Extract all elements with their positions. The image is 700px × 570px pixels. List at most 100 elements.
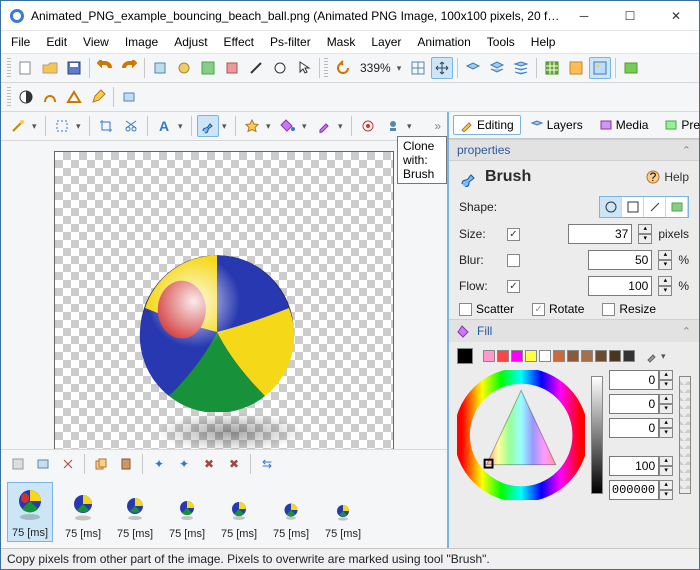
rotate-button[interactable]: [332, 57, 354, 79]
move-button[interactable]: [431, 57, 453, 79]
frame-x1[interactable]: ✖: [198, 453, 220, 475]
stamp-tool[interactable]: [382, 115, 404, 137]
alpha-slider[interactable]: [679, 376, 691, 494]
triangle-button[interactable]: [63, 86, 85, 108]
tab-preview[interactable]: Preview: [657, 115, 700, 135]
menu-effect[interactable]: Effect: [218, 33, 260, 51]
swatch[interactable]: [553, 350, 565, 362]
menu-help[interactable]: Help: [525, 33, 562, 51]
frame-loop[interactable]: ⇆: [256, 453, 278, 475]
menu-animation[interactable]: Animation: [411, 33, 476, 51]
help-button[interactable]: ?Help: [646, 170, 689, 184]
tool-b[interactable]: [173, 57, 195, 79]
shape-circle[interactable]: [600, 197, 622, 217]
swatch[interactable]: [539, 350, 551, 362]
frame-x2[interactable]: ✖: [223, 453, 245, 475]
extra-button[interactable]: [118, 86, 140, 108]
frame-item[interactable]: 75 [ms]: [217, 484, 261, 542]
frame-paste[interactable]: [115, 453, 137, 475]
blur-input[interactable]: 50: [588, 250, 652, 270]
swatch[interactable]: [595, 350, 607, 362]
wand-tool[interactable]: [7, 115, 29, 137]
layers2-button[interactable]: [486, 57, 508, 79]
current-color[interactable]: [457, 348, 473, 364]
rotate-checkbox[interactable]: ✓: [532, 303, 545, 316]
blur-down[interactable]: ▾: [658, 260, 672, 270]
tab-media[interactable]: Media: [592, 115, 656, 135]
menu-image[interactable]: Image: [119, 33, 164, 51]
size-input[interactable]: 37: [568, 224, 632, 244]
new-button[interactable]: [15, 57, 37, 79]
tool-a[interactable]: [149, 57, 171, 79]
blur-checkbox[interactable]: [507, 254, 520, 267]
hex-input[interactable]: 000000: [609, 480, 659, 500]
flow-up[interactable]: ▴: [658, 276, 672, 286]
close-button[interactable]: ✕: [653, 1, 699, 31]
collapse-icon[interactable]: ⌃: [682, 144, 691, 157]
tool-d[interactable]: [221, 57, 243, 79]
pencil-button[interactable]: [87, 86, 109, 108]
a-input[interactable]: 100: [609, 456, 659, 476]
canvas-viewport[interactable]: [1, 141, 447, 449]
brush-tool[interactable]: [197, 115, 219, 137]
contrast-button[interactable]: [15, 86, 37, 108]
frame-del[interactable]: [57, 453, 79, 475]
grid-button[interactable]: [407, 57, 429, 79]
size-up[interactable]: ▴: [638, 224, 652, 234]
flow-input[interactable]: 100: [588, 276, 652, 296]
text-tool[interactable]: A: [153, 115, 175, 137]
frame-item[interactable]: 75 [ms]: [321, 484, 365, 542]
eyedrop-icon[interactable]: [645, 349, 659, 363]
tool-c[interactable]: [197, 57, 219, 79]
menu-psfilter[interactable]: Ps-filter: [264, 33, 317, 51]
properties-header[interactable]: properties⌃: [449, 139, 699, 161]
swatch[interactable]: [483, 350, 495, 362]
zoom-value[interactable]: 339%: [356, 61, 395, 75]
menu-adjust[interactable]: Adjust: [168, 33, 213, 51]
landscape-button[interactable]: [620, 57, 642, 79]
tab-editing[interactable]: Editing: [453, 115, 521, 135]
menu-file[interactable]: File: [5, 33, 36, 51]
v-input[interactable]: 0: [609, 418, 659, 438]
swatch[interactable]: [609, 350, 621, 362]
swatch-menu-icon[interactable]: ▾: [661, 351, 669, 362]
menu-view[interactable]: View: [77, 33, 115, 51]
value-slider[interactable]: [591, 376, 603, 494]
size-down[interactable]: ▾: [638, 234, 652, 244]
frame-item[interactable]: 75 [ms]: [7, 482, 53, 542]
shape-square[interactable]: [622, 197, 644, 217]
minimize-button[interactable]: ─: [561, 1, 607, 31]
swatch[interactable]: [497, 350, 509, 362]
frame-left[interactable]: ✦: [148, 453, 170, 475]
target-tool[interactable]: [357, 115, 379, 137]
tool-e[interactable]: [245, 57, 267, 79]
zoom-dropdown-icon[interactable]: ▾: [397, 63, 405, 74]
layers3-button[interactable]: [510, 57, 532, 79]
fill-header[interactable]: Fill ⌃: [449, 319, 699, 342]
menu-edit[interactable]: Edit: [40, 33, 73, 51]
shape-custom[interactable]: [666, 197, 688, 217]
swatch[interactable]: [525, 350, 537, 362]
swatch[interactable]: [511, 350, 523, 362]
frame-item[interactable]: 75 [ms]: [165, 484, 209, 542]
open-button[interactable]: [39, 57, 61, 79]
image-view-button[interactable]: [589, 57, 611, 79]
cursor-button[interactable]: [293, 57, 315, 79]
menu-mask[interactable]: Mask: [321, 33, 362, 51]
curve-button[interactable]: [39, 86, 61, 108]
color-wheel[interactable]: [457, 370, 585, 500]
fill-tool[interactable]: [277, 115, 299, 137]
layers1-button[interactable]: [462, 57, 484, 79]
resize-checkbox[interactable]: [602, 303, 615, 316]
frame-item[interactable]: 75 [ms]: [61, 484, 105, 542]
eyedrop-tool[interactable]: [313, 115, 335, 137]
frame-tool-a[interactable]: [7, 453, 29, 475]
maximize-button[interactable]: ☐: [607, 1, 653, 31]
canvas[interactable]: [54, 151, 394, 449]
shape-line[interactable]: [644, 197, 666, 217]
flow-checkbox[interactable]: ✓: [507, 280, 520, 293]
save-button[interactable]: [63, 57, 85, 79]
tool-f[interactable]: [269, 57, 291, 79]
undo-button[interactable]: [94, 57, 116, 79]
scatter-checkbox[interactable]: [459, 303, 472, 316]
